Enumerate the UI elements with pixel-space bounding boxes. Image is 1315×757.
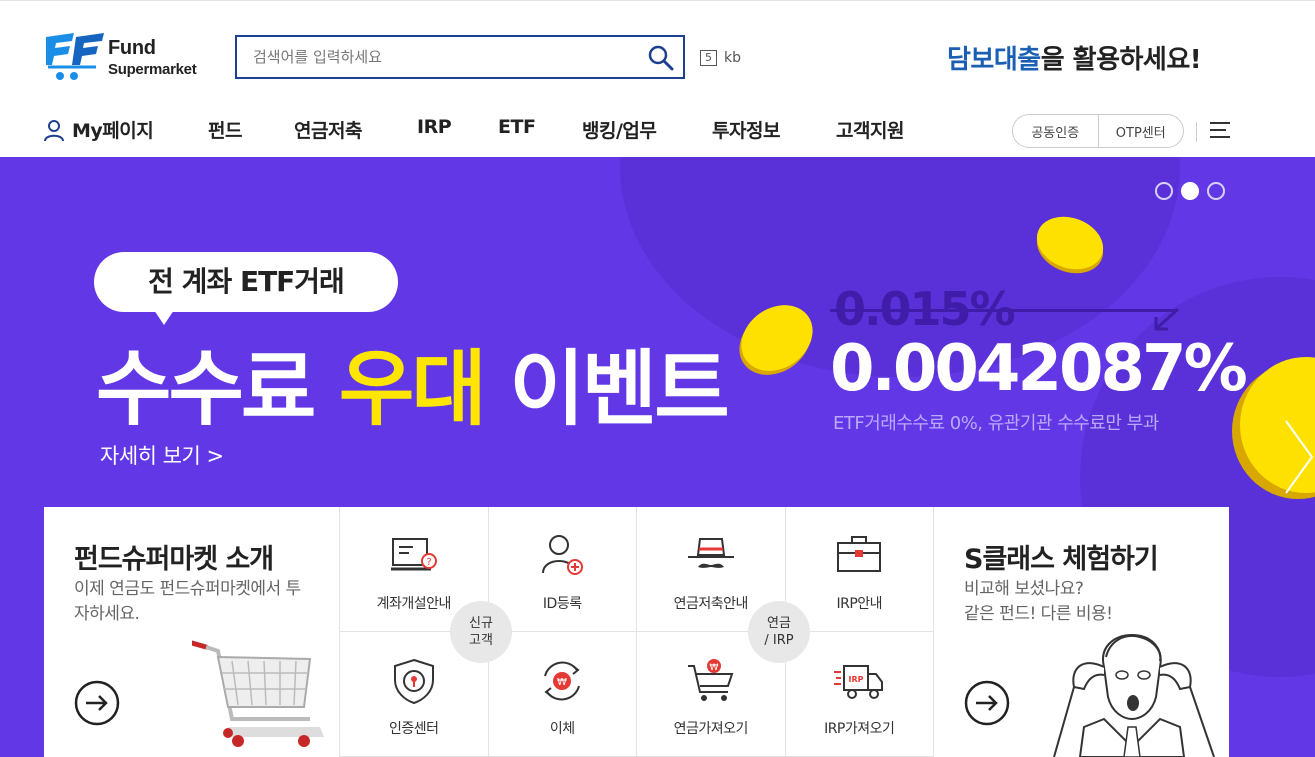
quick-item-irp-guide[interactable]: IRP안내 [785, 507, 934, 632]
nav-item-banking[interactable]: 뱅킹/업무 [582, 116, 657, 143]
quick-item-label: 인증센터 [388, 721, 439, 737]
slide-dot-1[interactable] [1155, 182, 1173, 200]
search-box [235, 35, 685, 79]
arrow-right-circle-icon[interactable] [74, 680, 120, 726]
headline-part-b: 우대 [338, 342, 487, 437]
main-banner[interactable]: 전 계좌 ETF거래 수수료 우대 이벤트 자세히 보기 > 0.015% 0.… [0, 157, 1315, 757]
quick-item-label: IRP안내 [836, 596, 883, 612]
coin-icon [1036, 216, 1104, 274]
quick-item-label: 이체 [549, 721, 575, 737]
badge-pension-irp-text: 연금 / IRP [764, 616, 794, 648]
svg-text:₩: ₩ [709, 663, 718, 673]
intro-card[interactable]: 펀드슈퍼마켓 소개 이제 연금도 펀드슈퍼마켓에서 투자하세요. [44, 507, 340, 757]
badge-new-customer-text: 신규 고객 [469, 616, 493, 648]
keyboard-key-icon: 5 [700, 50, 717, 66]
otp-center-button[interactable]: OTP센터 [1099, 122, 1184, 141]
user-icon [44, 119, 64, 141]
nav-item-pension-savings[interactable]: 연금저축 [294, 116, 362, 143]
hamburger-icon [1210, 122, 1230, 138]
promo-highlight: 담보대출 [947, 45, 1041, 75]
main-nav: My페이지 펀드 연금저축 IRP ETF 뱅킹/업무 투자정보 고객지원 공동… [0, 106, 1315, 156]
keyboard-label: kb [724, 50, 741, 66]
nav-item-support[interactable]: 고객지원 [836, 116, 904, 143]
logo-text-fund: Fund [108, 37, 156, 59]
intro-title: 펀드슈퍼마켓 소개 [74, 544, 274, 575]
briefcase-icon [837, 536, 882, 572]
badge-new-customer: 신규 고객 [450, 601, 512, 663]
slide-dot-3[interactable] [1207, 182, 1225, 200]
all-menu-button[interactable] [1210, 121, 1230, 139]
nav-item-invest-info[interactable]: 투자정보 [712, 116, 780, 143]
svg-text:IRP: IRP [849, 675, 864, 684]
next-slide-arrow-icon[interactable] [1282, 419, 1315, 495]
headline-part-c: 이벤트 [483, 342, 729, 437]
new-rate: 0.0042087% [830, 332, 1248, 406]
strike-line [830, 309, 1178, 312]
slide-indicators [1155, 182, 1225, 200]
nav-mypage[interactable]: My페이지 [42, 116, 154, 143]
hat-mustache-icon [687, 538, 734, 568]
slide-dot-2[interactable] [1181, 182, 1199, 200]
quick-item-label: IRP가져오기 [824, 721, 895, 737]
nav-item-fund[interactable]: 펀드 [208, 116, 242, 143]
nav-mypage-label: My페이지 [72, 120, 154, 142]
quick-item-label: ID등록 [542, 596, 582, 612]
banner-headline: 수수료 우대 이벤트 [96, 322, 730, 441]
user-add-icon [542, 535, 584, 575]
badge-pension-irp: 연금 / IRP [748, 601, 810, 663]
sclass-card[interactable]: S클래스 체험하기 비교해 보셨나요? 같은 펀드! 다른 비용! [934, 507, 1229, 757]
rate-note: ETF거래수수료 0%, 유관기관 수수료만 부과 [833, 413, 1159, 434]
sclass-desc-line2: 같은 펀드! 다른 비용! [964, 604, 1113, 624]
banner-bubble: 전 계좌 ETF거래 [94, 252, 398, 312]
svg-text:?: ? [426, 557, 431, 568]
arrow-right-circle-icon[interactable] [964, 680, 1010, 726]
sclass-desc: 비교해 보셨나요? 같은 펀드! 다른 비용! [964, 577, 1113, 627]
header: Fund Supermarket 5 kb 담보대출을 활용하세요! My페이지… [0, 0, 1315, 157]
nav-item-irp[interactable]: IRP [417, 116, 452, 138]
cart-logo-icon [46, 33, 104, 80]
sclass-title: S클래스 체험하기 [964, 544, 1159, 575]
promo-text[interactable]: 담보대출을 활용하세요! [947, 39, 1202, 76]
logo-text-supermarket: Supermarket [108, 61, 197, 78]
account-doc-icon: ? [390, 538, 437, 571]
quick-item-irp-import[interactable]: IRP IRP가져오기 [785, 632, 934, 757]
quick-item-label: 연금가져오기 [673, 721, 749, 737]
keyboard-toggle[interactable]: 5 kb [700, 49, 741, 67]
joint-cert-button[interactable]: 공동인증 [1013, 122, 1098, 141]
fund-supermarket-logo[interactable]: Fund Supermarket [44, 31, 204, 83]
quick-item-id-register[interactable]: ID등록 [488, 507, 637, 632]
quick-panel: 펀드슈퍼마켓 소개 이제 연금도 펀드슈퍼마켓에서 투자하세요. ? 계좌개설안… [44, 507, 1229, 757]
coin-icon [739, 305, 813, 375]
sclass-desc-line1: 비교해 보셨나요? [964, 579, 1084, 599]
arrow-down-left-icon [1154, 307, 1180, 331]
menu-divider [1196, 122, 1197, 142]
quick-menu-grid: ? 계좌개설안내 ID등록 연금저축안내 IRP안내 인증센터 ₩ 이체 ₩ 연… [340, 507, 934, 757]
shopping-cart-icon [192, 640, 324, 747]
headline-part-a: 수수료 [96, 342, 339, 437]
search-button[interactable] [647, 44, 675, 72]
cart-won-icon: ₩ [687, 659, 734, 701]
nav-item-etf[interactable]: ETF [498, 116, 536, 138]
auth-pill: 공동인증 OTP센터 [1012, 114, 1184, 148]
surprised-man-illustration [1053, 633, 1215, 757]
shield-lock-icon [393, 658, 434, 705]
svg-text:₩: ₩ [557, 677, 567, 688]
quick-item-transfer[interactable]: ₩ 이체 [488, 632, 637, 757]
intro-desc: 이제 연금도 펀드슈퍼마켓에서 투자하세요. [74, 579, 301, 624]
banner-detail-link[interactable]: 자세히 보기 > [100, 440, 224, 470]
promo-rest: 을 활용하세요! [1040, 45, 1202, 75]
truck-irp-icon: IRP [834, 665, 884, 699]
search-icon [648, 45, 674, 71]
won-transfer-icon: ₩ [544, 661, 581, 701]
search-input[interactable] [251, 45, 641, 69]
